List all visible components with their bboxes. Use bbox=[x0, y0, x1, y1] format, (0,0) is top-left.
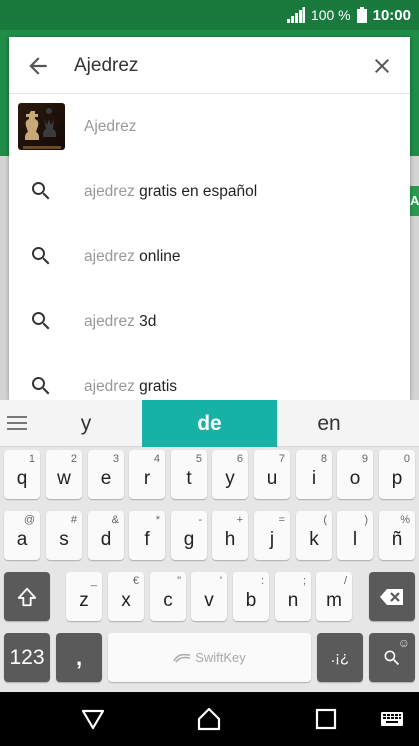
key-y[interactable]: 6y bbox=[212, 450, 248, 499]
battery-percent: 100 % bbox=[310, 7, 351, 23]
prediction-right[interactable]: en bbox=[277, 400, 381, 447]
suggestion-app[interactable]: Ajedrez bbox=[9, 94, 410, 159]
menu-icon[interactable] bbox=[7, 414, 27, 432]
search-bar: Ajedrez bbox=[9, 37, 410, 94]
search-icon bbox=[32, 247, 50, 265]
square-recent-icon[interactable] bbox=[313, 706, 339, 732]
suggestion-item[interactable]: ajedrez gratis en español bbox=[9, 159, 410, 224]
signal-icon bbox=[286, 7, 305, 23]
suggestion-text: ajedrez 3d bbox=[84, 313, 157, 330]
search-input[interactable]: Ajedrez bbox=[74, 53, 138, 79]
battery-icon bbox=[356, 7, 367, 23]
key-p[interactable]: 0p bbox=[379, 450, 415, 499]
key-s[interactable]: # s bbox=[46, 511, 82, 560]
search-icon bbox=[384, 650, 400, 665]
suggestion-text: Ajedrez bbox=[84, 118, 137, 135]
suggestion-text: ajedrez online bbox=[84, 248, 181, 265]
key-k[interactable]: (k bbox=[296, 511, 332, 560]
key-m[interactable]: / m bbox=[316, 572, 352, 621]
key-f[interactable]: * f bbox=[129, 511, 165, 560]
key-a[interactable]: @ a bbox=[4, 511, 40, 560]
prediction-middle[interactable]: de bbox=[142, 400, 277, 447]
shift-key[interactable] bbox=[4, 572, 50, 621]
key-b[interactable]: :b bbox=[233, 572, 269, 621]
key-d[interactable]: & d bbox=[88, 511, 124, 560]
key-l[interactable]: ) l bbox=[337, 511, 373, 560]
search-icon bbox=[32, 182, 50, 200]
swiftkey-logo: SwiftKey bbox=[173, 650, 246, 665]
close-icon[interactable] bbox=[370, 54, 394, 78]
navigation-bar bbox=[0, 692, 419, 746]
key-r[interactable]: 4r bbox=[129, 450, 165, 499]
comma-key[interactable]: , bbox=[56, 633, 102, 682]
shift-icon bbox=[17, 587, 37, 606]
space-key[interactable]: SwiftKey bbox=[108, 633, 311, 682]
home-icon[interactable] bbox=[196, 706, 222, 732]
suggestion-item[interactable]: ajedrez gratis bbox=[9, 354, 410, 400]
key-q[interactable]: 1q bbox=[4, 450, 40, 499]
key-n[interactable]: ; n bbox=[275, 572, 311, 621]
key-o[interactable]: 9o bbox=[337, 450, 373, 499]
key-h[interactable]: + h bbox=[212, 511, 248, 560]
search-icon bbox=[32, 312, 50, 330]
keyboard-icon[interactable] bbox=[379, 706, 405, 732]
backspace-key[interactable] bbox=[369, 572, 415, 621]
search-key[interactable]: ☺ bbox=[369, 633, 415, 682]
chess-app-icon bbox=[18, 103, 65, 150]
status-icons: 100 % 10:00 bbox=[286, 5, 411, 25]
key-t[interactable]: 5t bbox=[171, 450, 207, 499]
backspace-icon bbox=[380, 588, 403, 605]
punctuation-key[interactable]: .¡¿ bbox=[317, 633, 363, 682]
key-n-tilde[interactable]: % ñ bbox=[379, 511, 415, 560]
key-x[interactable]: € x bbox=[108, 572, 144, 621]
key-w[interactable]: 2w bbox=[46, 450, 82, 499]
status-bar: 100 % 10:00 bbox=[0, 0, 419, 30]
key-e[interactable]: 3e bbox=[88, 450, 124, 499]
numbers-key[interactable]: 123 bbox=[4, 633, 50, 682]
key-v[interactable]: ' v bbox=[191, 572, 227, 621]
arrow-left-icon[interactable] bbox=[25, 53, 51, 79]
key-c[interactable]: " c bbox=[150, 572, 186, 621]
search-icon bbox=[32, 377, 50, 395]
key-z[interactable]: _ z bbox=[66, 572, 102, 621]
suggestion-text: ajedrez gratis en español bbox=[84, 183, 258, 200]
prediction-bar: y de en bbox=[0, 400, 419, 447]
search-suggestions-card: Ajedrez Ajedrez ajedrez gratis en españo… bbox=[9, 37, 410, 400]
key-j[interactable]: = j bbox=[254, 511, 290, 560]
triangle-back-icon[interactable] bbox=[80, 706, 106, 732]
key-g[interactable]: -g bbox=[171, 511, 207, 560]
suggestion-item[interactable]: ajedrez 3d bbox=[9, 289, 410, 354]
key-i[interactable]: 8i bbox=[296, 450, 332, 499]
clock: 10:00 bbox=[372, 6, 411, 24]
prediction-left[interactable]: y bbox=[30, 400, 142, 447]
suggestion-item[interactable]: ajedrez online bbox=[9, 224, 410, 289]
key-u[interactable]: 7u bbox=[254, 450, 290, 499]
keyboard: y de en 1q 2w 3e 4r 5t 6y 7u 8i 9o 0p @ a… bbox=[0, 400, 419, 692]
suggestion-text: ajedrez gratis bbox=[84, 378, 178, 395]
